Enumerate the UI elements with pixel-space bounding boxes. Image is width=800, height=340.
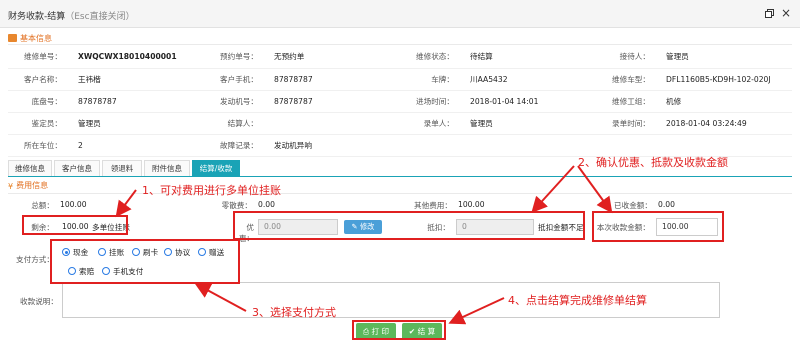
arrow-3 — [194, 283, 247, 312]
arrow-4 — [448, 297, 505, 325]
arrow-2a — [531, 165, 575, 213]
annotation-arrows — [115, 165, 613, 325]
arrow-2b — [577, 165, 613, 214]
arrow-1 — [115, 189, 137, 218]
